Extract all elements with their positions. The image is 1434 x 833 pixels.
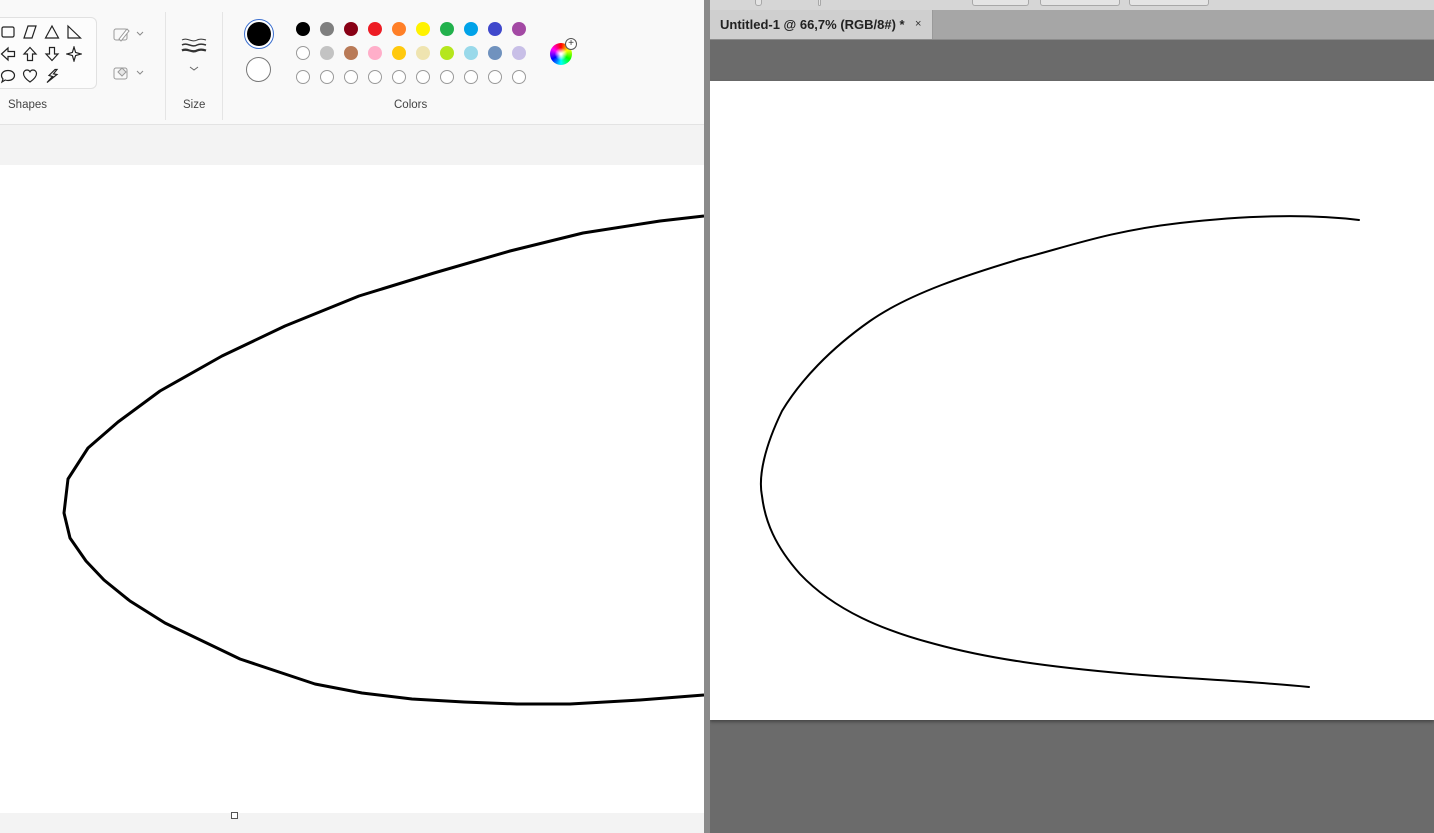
color-swatch[interactable] xyxy=(392,46,406,60)
ribbon-separator xyxy=(222,12,223,120)
four-point-star-icon[interactable] xyxy=(66,46,82,62)
size-group-label: Size xyxy=(183,99,206,111)
shapes-gallery xyxy=(0,17,97,89)
shapes-group-label: Shapes xyxy=(8,99,48,111)
color-swatch[interactable] xyxy=(344,46,358,60)
speech-bubble-icon[interactable] xyxy=(0,68,16,84)
paint-ribbon: + Shapes Size Colors xyxy=(0,0,704,125)
primary-color-swatch[interactable] xyxy=(247,22,271,46)
custom-color-slot[interactable] xyxy=(440,70,454,84)
options-bar-button[interactable] xyxy=(972,0,1029,6)
photoshop-window: Untitled-1 @ 66,7% (RGB/8#) * × xyxy=(710,0,1434,833)
color-swatch[interactable] xyxy=(296,22,310,36)
custom-color-slot[interactable] xyxy=(512,70,526,84)
paint-canvas[interactable] xyxy=(0,165,704,813)
curve-stroke xyxy=(759,215,1360,688)
custom-color-slot[interactable] xyxy=(464,70,478,84)
arrow-up-icon[interactable] xyxy=(22,46,38,62)
fill-bucket-icon xyxy=(113,67,128,80)
custom-color-slot[interactable] xyxy=(368,70,382,84)
color-swatch[interactable] xyxy=(440,46,454,60)
color-swatch[interactable] xyxy=(512,46,526,60)
custom-color-slot[interactable] xyxy=(392,70,406,84)
custom-color-slot[interactable] xyxy=(344,70,358,84)
custom-color-slot[interactable] xyxy=(320,70,334,84)
shape-outline-dropdown[interactable] xyxy=(112,25,148,47)
size-dropdown[interactable] xyxy=(180,34,208,76)
color-swatch[interactable] xyxy=(392,22,406,36)
colors-group-label: Colors xyxy=(394,99,428,111)
options-bar-button[interactable] xyxy=(755,0,762,6)
line-weight-icon xyxy=(181,38,207,53)
parallelogram-icon[interactable] xyxy=(22,24,38,40)
color-swatch[interactable] xyxy=(344,22,358,36)
close-icon[interactable]: × xyxy=(915,18,921,30)
color-swatch[interactable] xyxy=(320,46,334,60)
arrow-left-icon[interactable] xyxy=(0,46,16,62)
secondary-color-swatch[interactable] xyxy=(246,57,271,82)
pencil-outline-icon xyxy=(113,28,130,42)
plus-icon: + xyxy=(565,38,577,50)
color-swatch[interactable] xyxy=(368,22,382,36)
photoshop-canvas[interactable] xyxy=(710,81,1434,720)
document-tab-title: Untitled-1 @ 66,7% (RGB/8#) * xyxy=(720,17,905,32)
color-swatch[interactable] xyxy=(320,22,334,36)
document-tab-bar: Untitled-1 @ 66,7% (RGB/8#) * × xyxy=(710,10,1434,40)
color-swatch[interactable] xyxy=(488,46,502,60)
triangle-icon[interactable] xyxy=(44,24,60,40)
color-swatch[interactable] xyxy=(464,46,478,60)
color-swatch[interactable] xyxy=(416,46,430,60)
color-swatch[interactable] xyxy=(440,22,454,36)
custom-color-slot[interactable] xyxy=(416,70,430,84)
color-swatch[interactable] xyxy=(464,22,478,36)
options-bar-button[interactable] xyxy=(1129,0,1209,6)
ellipse-stroke xyxy=(62,214,704,706)
color-swatch[interactable] xyxy=(512,22,526,36)
rectangle-icon[interactable] xyxy=(0,24,16,40)
document-tab[interactable]: Untitled-1 @ 66,7% (RGB/8#) * × xyxy=(710,10,933,39)
custom-color-slot[interactable] xyxy=(296,70,310,84)
shape-fill-dropdown[interactable] xyxy=(112,63,148,85)
color-swatch[interactable] xyxy=(368,46,382,60)
ribbon-separator xyxy=(165,12,166,120)
color-swatch[interactable] xyxy=(416,22,430,36)
right-triangle-icon[interactable] xyxy=(66,24,82,40)
color-swatch[interactable] xyxy=(296,46,310,60)
custom-color-slot[interactable] xyxy=(488,70,502,84)
options-bar-button[interactable] xyxy=(818,0,821,6)
lightning-icon[interactable] xyxy=(44,68,60,84)
arrow-down-icon[interactable] xyxy=(44,46,60,62)
color-swatch[interactable] xyxy=(488,22,502,36)
paint-window: + Shapes Size Colors xyxy=(0,0,704,833)
heart-icon[interactable] xyxy=(22,68,38,84)
options-bar-button[interactable] xyxy=(1040,0,1120,6)
canvas-resize-handle[interactable] xyxy=(231,812,238,819)
